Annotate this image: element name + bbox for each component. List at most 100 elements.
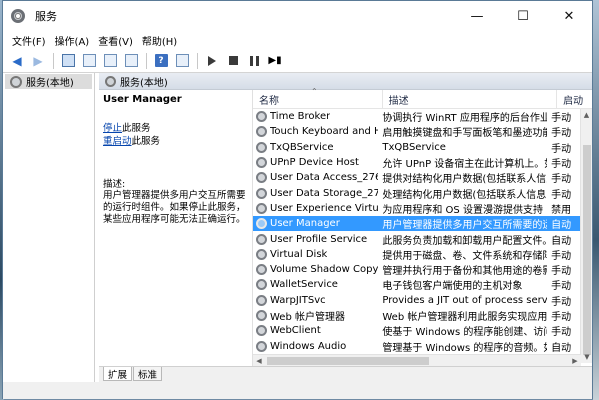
menu-view[interactable]: 查看(V): [95, 33, 139, 48]
restart-service-link[interactable]: 重启动: [103, 136, 132, 147]
scroll-left-icon[interactable]: ◀: [253, 355, 265, 367]
service-gear-icon: [256, 294, 267, 306]
table-row[interactable]: Virtual Disk 提供用于磁盘、卷、文件系统和存储阵列... 手动: [253, 247, 581, 262]
selected-service-title: User Manager: [103, 94, 182, 105]
services-gear-icon: [105, 75, 116, 87]
restart-service-button[interactable]: ▶▮: [266, 52, 284, 70]
service-gear-icon: [256, 340, 267, 352]
minimize-button[interactable]: —: [454, 1, 500, 31]
table-row[interactable]: User Data Storage_276ff...处理结构化用户数据(包括联系…: [253, 185, 581, 201]
service-description: 协调执行 WinRT 应用程序的后台作业。如...: [382, 113, 548, 125]
tab-standard[interactable]: 标准: [133, 367, 163, 381]
window-title: 服务: [35, 10, 57, 23]
column-startup-label: 启动: [563, 96, 584, 107]
console-tree-icon: [61, 54, 75, 67]
table-row[interactable]: User Experience Virtualiz...为应用程序和 OS 设置…: [253, 201, 581, 216]
table-row[interactable]: WalletService 电子钱包客户端使用的主机对象 手动: [253, 277, 581, 292]
view-tabs: 扩展 标准: [99, 366, 592, 382]
table-row[interactable]: WarpJITSvc Provides a JIT out of process …: [253, 293, 581, 308]
services-gear-icon: [10, 75, 22, 88]
service-name: UPnP Device Host: [270, 157, 359, 169]
service-gear-icon: [256, 325, 267, 337]
service-description: 此服务负责加载和卸载用户配置文件。如...: [382, 235, 547, 247]
back-button[interactable]: ◀: [8, 52, 26, 70]
service-name: Windows Audio: [270, 340, 347, 352]
service-description: 管理并执行用于备份和其他用途的卷影复...: [382, 266, 547, 278]
vertical-scrollbar[interactable]: ▲ ▼: [580, 109, 592, 363]
service-name-cell: TxQBService: [253, 141, 378, 153]
restart-link-suffix: 此服务: [131, 136, 161, 147]
pause-icon: [249, 55, 259, 66]
service-description: 提供用于磁盘、卷、文件系统和存储阵列...: [382, 250, 547, 262]
show-console-tree-button[interactable]: [59, 52, 77, 70]
help-button[interactable]: ?: [152, 52, 170, 70]
service-description: 为应用程序和 OS 设置漫游提供支持: [382, 204, 543, 216]
show-hide-pane-button[interactable]: [80, 52, 98, 70]
column-header-description[interactable]: 描述: [383, 90, 558, 109]
tab-extended[interactable]: 扩展: [103, 367, 133, 381]
table-row[interactable]: Time Broker 协调执行 WinRT 应用程序的后台作业。如...手动: [253, 109, 581, 124]
service-name-cell: User Data Storage_276ff...: [253, 187, 378, 199]
menu-file[interactable]: 文件(F): [9, 33, 52, 48]
service-name-cell: WarpJITSvc: [253, 294, 378, 306]
service-gear-icon: [256, 248, 267, 260]
service-startup-type: 手动: [551, 113, 572, 125]
scroll-up-icon[interactable]: ▲: [581, 109, 592, 121]
table-row[interactable]: User Manager 用户管理器提供多用户交互所需要的运行... 自动: [253, 216, 581, 232]
export-list-button[interactable]: [122, 52, 140, 70]
service-name-cell: Volume Shadow Copy: [253, 264, 378, 276]
console-tree: 服务(本地): [3, 73, 95, 399]
service-startup-type: 手动: [551, 296, 572, 308]
horizontal-scrollbar[interactable]: ◀ ▶: [253, 354, 581, 366]
service-description: 使基于 Windows 的程序能创建、访问和...: [382, 327, 547, 339]
column-header-name[interactable]: ⌃ 名称: [253, 87, 383, 109]
table-row[interactable]: User Profile Service 此服务负责加载和卸载用户配置文件。如..…: [253, 231, 581, 247]
table-row[interactable]: Web 帐户管理器 Web 帐户管理器利用此服务实现应用程...手动: [253, 308, 581, 323]
arrow-right-icon: ▶: [33, 53, 43, 68]
description-label: 描述:: [103, 179, 126, 190]
service-startup-type: 手动: [551, 159, 572, 171]
pause-service-button[interactable]: [245, 52, 263, 70]
status-bar: [3, 382, 592, 399]
maximize-button[interactable]: ☐: [500, 1, 546, 31]
table-row[interactable]: UPnP Device Host 允许 UPnP 设备宿主在此计算机上。如果...…: [253, 155, 581, 170]
menu-help[interactable]: 帮助(H): [139, 33, 183, 48]
service-name: User Profile Service: [270, 233, 368, 245]
service-startup-type: 禁用: [551, 204, 572, 216]
table-row[interactable]: Touch Keyboard and Ha... 启用触摸键盘和手写面板笔和墨迹功…: [253, 124, 581, 139]
pane-icon: [82, 54, 96, 67]
service-startup-type: 手动: [551, 312, 572, 323]
table-row[interactable]: Windows Audio 管理基于 Windows 的程序的音频。如果... 自动: [253, 338, 581, 354]
start-service-button[interactable]: [203, 52, 221, 70]
service-name-cell: UPnP Device Host: [253, 157, 378, 169]
tree-item-services-local[interactable]: 服务(本地): [5, 74, 92, 89]
service-gear-icon: [256, 187, 267, 199]
table-row[interactable]: WebClient 使基于 Windows 的程序能创建、访问和... 手动: [253, 323, 581, 338]
title-bar[interactable]: 服务 — ☐ ✕: [3, 1, 592, 31]
stop-service-button[interactable]: [224, 52, 242, 70]
service-startup-type: 手动: [551, 250, 572, 262]
table-row[interactable]: TxQBService TxQBService 手动: [253, 140, 581, 155]
service-name-cell: Touch Keyboard and Ha...: [253, 126, 378, 138]
stop-icon: [228, 56, 238, 65]
menu-action[interactable]: 操作(A): [52, 33, 96, 48]
service-name-cell: User Manager: [253, 218, 378, 230]
main-pane-header: 服务(本地): [99, 73, 592, 90]
forward-button[interactable]: ▶: [29, 52, 47, 70]
table-row[interactable]: Volume Shadow Copy管理并执行用于备份和其他用途的卷影复... 手…: [253, 262, 581, 277]
service-name-cell: WebClient: [253, 325, 378, 337]
refresh-button[interactable]: [101, 52, 119, 70]
table-row[interactable]: User Data Access_276ff302提供对结构化用户数据(包括联系…: [253, 170, 581, 185]
close-button[interactable]: ✕: [546, 1, 592, 31]
column-header-row: ⌃ 名称 描述 启动: [253, 87, 592, 109]
properties-icon: [175, 54, 189, 67]
service-description: 启用触摸键盘和手写面板笔和墨迹功能: [382, 128, 548, 140]
scroll-right-icon[interactable]: ▶: [569, 355, 581, 367]
horizontal-scroll-thumb[interactable]: [267, 357, 429, 365]
properties-button[interactable]: [173, 52, 191, 70]
scroll-down-icon[interactable]: ▼: [581, 351, 593, 363]
column-header-startup[interactable]: 启动: [557, 90, 592, 109]
services-window: 服务 — ☐ ✕ 文件(F) 操作(A) 查看(V) 帮助(H) ◀ ▶ ? ▶…: [2, 0, 593, 399]
vertical-scroll-thumb[interactable]: [583, 145, 591, 355]
toolbar-separator: [53, 52, 54, 69]
